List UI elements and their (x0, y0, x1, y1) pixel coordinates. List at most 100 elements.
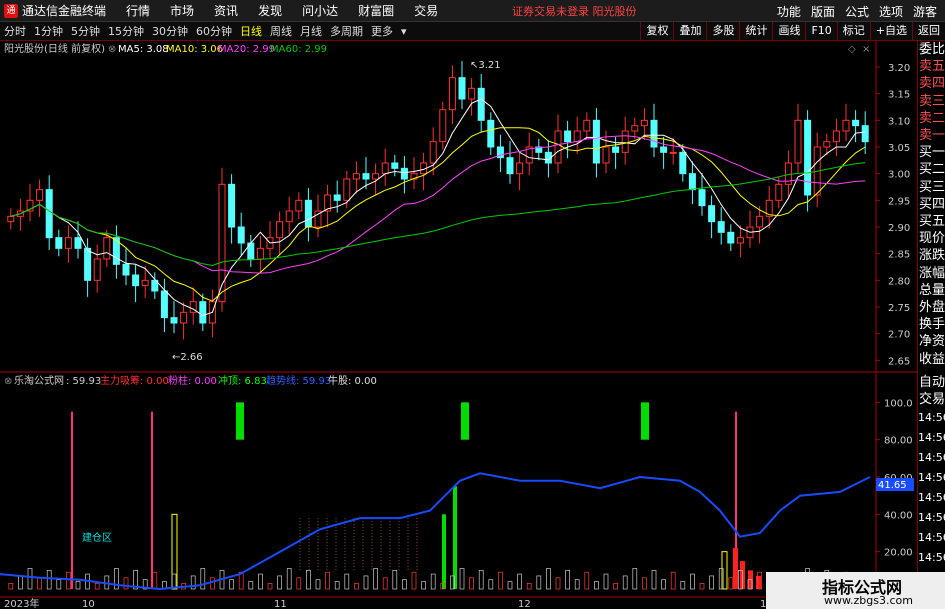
indicator-value: : 59.93 (66, 376, 101, 387)
volume-bar (75, 581, 81, 590)
candle-body (400, 167, 408, 180)
volume-bar (363, 575, 369, 590)
auto-trade-label[interactable]: 交易 (918, 391, 945, 408)
tick-time: 14:56 (918, 411, 945, 425)
tab-1min[interactable]: 1分钟 (34, 23, 63, 39)
multi-stock-button[interactable]: 多股 (706, 22, 739, 40)
indicator-settings-icon[interactable]: ⊗ (4, 376, 12, 387)
tab-intraday[interactable]: 分时 (4, 23, 26, 39)
red-bar (756, 575, 761, 589)
tab-weekly[interactable]: 周线 (270, 23, 292, 39)
candle-body (756, 215, 764, 228)
menu-ask[interactable]: 问小达 (302, 2, 338, 19)
tab-5min[interactable]: 5分钟 (71, 23, 100, 39)
menu-layout[interactable]: 版面 (811, 3, 835, 20)
tab-monthly[interactable]: 月线 (300, 23, 322, 39)
tab-daily[interactable]: 日线 (240, 23, 262, 39)
candle-body (122, 263, 130, 276)
green-bar (442, 514, 446, 589)
f10-button[interactable]: F10 (805, 22, 836, 40)
close-icon[interactable]: × (862, 44, 870, 55)
quote-label: 卖三 (918, 93, 945, 109)
menu-guest[interactable]: 游客 (913, 3, 937, 20)
volume-bar (258, 573, 263, 590)
volume-bar (334, 581, 340, 590)
quote-side-panel: 委比 卖五 卖四 卖三 卖二 卖一 买一 买二 买三 买四 买五 现价 涨跌 涨幅 总量 外盘 换手 净资 收益 自动… (917, 41, 945, 609)
chevron-down-icon[interactable]: ▾ (401, 25, 407, 38)
ind-tick-label: 20.00 (884, 548, 913, 559)
quote-label: 涨跌 (918, 248, 945, 264)
candle-body (708, 205, 716, 223)
tab-30min[interactable]: 30分钟 (152, 23, 188, 39)
volume-bar (373, 568, 378, 590)
quote-label: 买三 (918, 179, 945, 195)
tab-multi-period[interactable]: 多周期 (330, 23, 363, 39)
quote-label: 买四 (918, 196, 945, 212)
back-button[interactable]: 返回 (912, 22, 945, 40)
tab-15min[interactable]: 15分钟 (108, 23, 144, 39)
menu-trade[interactable]: 交易 (414, 2, 438, 19)
candle-body (458, 77, 466, 100)
quote-label: 总量 (918, 282, 945, 298)
tab-60min[interactable]: 60分钟 (196, 23, 232, 39)
menu-options[interactable]: 选项 (879, 3, 903, 20)
menu-discover[interactable]: 发现 (258, 2, 282, 19)
ma10-label: MA10: 3.06 (166, 44, 223, 55)
price-tick-label: 3.00 (888, 170, 910, 181)
menu-quotes[interactable]: 行情 (126, 2, 150, 19)
volume-bar (430, 573, 436, 590)
volume-bar (603, 573, 609, 590)
add-watchlist-button[interactable]: +自选 (869, 22, 912, 40)
tick-time: 14:56 (918, 471, 945, 485)
candle-body (583, 119, 591, 132)
candle-body (775, 183, 783, 201)
draw-line-button[interactable]: 画线 (772, 22, 805, 40)
candle-body (381, 162, 389, 175)
menu-wealth[interactable]: 财富圈 (358, 2, 394, 19)
chart-area[interactable]: 阳光股份(日线 前复权) ⊗ MA5: 3.08 MA10: 3.06 MA20… (0, 41, 917, 609)
auto-trade-label[interactable]: 自动 (918, 374, 945, 391)
low-annotation: ←2.66 (172, 352, 203, 363)
price-tick-label: 2.65 (888, 356, 910, 367)
tick-time: 14:56 (918, 451, 945, 465)
candle-body (660, 146, 668, 153)
candle-body (602, 146, 610, 164)
high-annotation: ↖3.21 (470, 60, 501, 71)
volume-bar (488, 579, 494, 590)
ind-tick-label: 40.00 (884, 510, 913, 521)
candle-body (477, 87, 485, 121)
candle-body (717, 221, 725, 233)
volume-bar (306, 569, 311, 590)
date-label-nov: 11 (274, 599, 287, 609)
volume-bar (277, 575, 282, 590)
tick-time: 14:56 (918, 511, 945, 525)
restore-rights-button[interactable]: 复权 (640, 22, 673, 40)
quote-label: 买二 (918, 162, 945, 178)
menu-news[interactable]: 资讯 (214, 2, 238, 19)
tab-more[interactable]: 更多 (371, 23, 393, 39)
mark-button[interactable]: 标记 (836, 22, 870, 40)
volume-bar (267, 583, 273, 590)
volume-bar (229, 579, 234, 590)
volume-bar (37, 577, 42, 590)
statistics-button[interactable]: 统计 (739, 22, 772, 40)
candle-body (631, 125, 639, 132)
title-bar: 通 通达信金融终端 行情 市场 资讯 发现 问小达 财富圈 交易 证券交易未登录… (0, 0, 945, 22)
menu-function[interactable]: 功能 (777, 3, 801, 20)
candle-body (804, 119, 812, 196)
candle-body (794, 119, 802, 164)
login-notice[interactable]: 证券交易未登录 阳光股份 (512, 3, 637, 19)
volume-bar (469, 577, 474, 590)
diamond-icon[interactable]: ◇ (848, 44, 856, 55)
watermark: 指标公式网 www.zbgs3.com (766, 572, 945, 609)
settings-icon[interactable]: ⊗ (108, 44, 116, 55)
overlay-button[interactable]: 叠加 (673, 22, 706, 40)
tick-time: 14:56 (918, 491, 945, 505)
candle-body (343, 178, 351, 201)
candle-body (429, 141, 437, 164)
quote-label: 外盘 (918, 300, 945, 316)
volume-bar (18, 575, 23, 590)
quote-label: 卖二 (918, 110, 945, 126)
menu-market[interactable]: 市场 (170, 2, 194, 19)
menu-formula[interactable]: 公式 (845, 3, 869, 20)
